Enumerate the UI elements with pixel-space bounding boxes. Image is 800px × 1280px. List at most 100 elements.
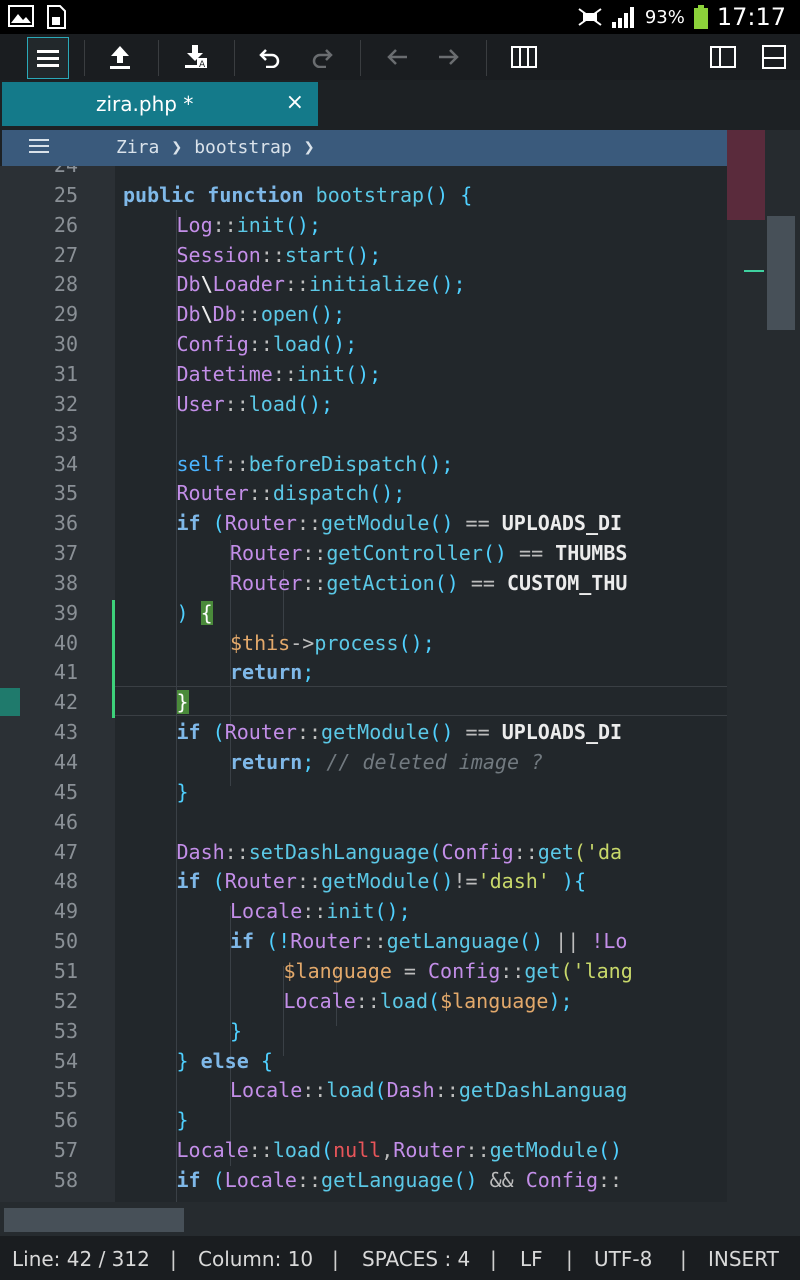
cursor-column-status[interactable]: Column: 10 (198, 1247, 313, 1271)
code-line[interactable]: Datetime::init(); (177, 359, 382, 389)
code-token: getModule (321, 720, 430, 745)
code-token: bootstrap (315, 182, 425, 207)
code-line[interactable]: Locale::load($language); (284, 986, 573, 1016)
minimap[interactable] (727, 130, 800, 1202)
code-line[interactable]: } else { (177, 1046, 273, 1076)
menu-button[interactable] (27, 37, 69, 79)
code-token: \ (200, 302, 213, 327)
back-button[interactable] (378, 37, 418, 77)
vertical-scrollbar-thumb[interactable] (767, 216, 795, 330)
code-line[interactable]: self::beforeDispatch(); (177, 449, 454, 479)
redo-button[interactable] (302, 37, 342, 77)
line-number: 47 (53, 839, 78, 864)
code-editor[interactable]: 2425262728293031323334353637383940414243… (0, 166, 727, 1202)
code-line[interactable]: Db\Db::open(); (177, 299, 346, 329)
code-token: () (429, 869, 454, 894)
code-line[interactable]: ) { (177, 598, 213, 628)
code-line[interactable]: Locale::load(null,Router::getModule() (177, 1135, 623, 1165)
code-token: if (230, 929, 255, 954)
breadcrumb-item-zira[interactable]: Zira (116, 137, 159, 158)
code-token: getAction (326, 570, 435, 595)
split-vertical-button[interactable] (703, 37, 743, 77)
code-line[interactable]: if (Router::getModule() == UPLOADS_DI (177, 508, 623, 538)
code-line[interactable]: } (177, 1105, 189, 1135)
code-token: $language (283, 958, 392, 983)
code-line[interactable]: Log::init(); (177, 210, 322, 240)
code-line[interactable]: return; // deleted image ? (230, 747, 543, 777)
code-token: :: (296, 511, 322, 536)
code-line[interactable]: } (177, 777, 189, 807)
code-token: // deleted image ? (326, 750, 544, 774)
save-as-button[interactable]: A (176, 37, 216, 77)
columns-button[interactable] (504, 37, 544, 77)
code-line[interactable]: if (Router::getModule()!='dash' ){ (177, 866, 586, 896)
line-number: 32 (53, 391, 78, 416)
minimap-viewport[interactable] (727, 130, 765, 220)
code-token: Config (176, 332, 249, 357)
code-token: ( (212, 720, 225, 745)
code-line[interactable]: Router::getAction() == CUSTOM_THU (230, 568, 627, 598)
code-token: Db (176, 302, 201, 327)
code-line[interactable]: Locale::init(); (230, 896, 411, 926)
line-number: 51 (53, 958, 78, 983)
code-token: ( (428, 988, 441, 1013)
code-line[interactable]: } (230, 1016, 242, 1046)
line-ending-status[interactable]: LF (520, 1247, 543, 1271)
symbol-list-button[interactable] (28, 137, 50, 160)
code-line[interactable]: Router::getController() == THUMBS (230, 538, 627, 568)
notification-icons (8, 5, 66, 29)
code-token: == (470, 570, 495, 595)
code-line[interactable]: Locale::load(Dash::getDashLanguag (230, 1075, 627, 1105)
close-icon[interactable]: × (286, 90, 304, 115)
code-line[interactable]: Session::start(); (177, 240, 382, 270)
code-token: () (434, 570, 459, 595)
breadcrumb-item-bootstrap[interactable]: bootstrap (194, 137, 292, 158)
code-line[interactable]: Config::load(); (177, 329, 358, 359)
code-token: ; (302, 750, 315, 774)
code-token: Locale (230, 1078, 303, 1103)
horizontal-scrollbar-thumb[interactable] (4, 1208, 184, 1232)
horizontal-scrollbar[interactable] (0, 1202, 800, 1236)
upload-button[interactable] (100, 37, 140, 77)
split-horizontal-button[interactable] (754, 37, 794, 77)
code-line[interactable]: $this->process(); (230, 628, 435, 658)
code-line[interactable]: User::load(); (177, 389, 334, 419)
code-line[interactable]: if (Locale::getLanguage() && Config:: (177, 1165, 623, 1195)
code-token: } (230, 1018, 243, 1043)
code-token: Router (176, 481, 249, 506)
undo-button[interactable] (250, 37, 290, 77)
indent-status[interactable]: SPACES : 4 (362, 1247, 470, 1271)
status-separator: | (680, 1247, 687, 1271)
code-line[interactable]: public function bootstrap() { (123, 180, 472, 210)
tab-zira-php[interactable]: zira.php * × (2, 82, 318, 126)
code-token: Config (525, 1167, 599, 1192)
code-line[interactable]: Dash::setDashLanguage(Config::get('da (177, 837, 623, 867)
code-token: } (176, 779, 189, 804)
code-token: :: (302, 541, 327, 566)
code-token: ( (429, 839, 442, 864)
encoding-status[interactable]: UTF-8 (594, 1247, 652, 1271)
code-line[interactable]: if (Router::getModule() == UPLOADS_DI (177, 717, 623, 747)
code-token: :: (513, 839, 538, 864)
code-line[interactable]: return; (230, 657, 314, 687)
code-line[interactable]: Router::dispatch(); (177, 478, 406, 508)
input-mode-status[interactable]: INSERT (708, 1247, 779, 1271)
undo-icon (259, 49, 280, 68)
code-token: -> (290, 630, 315, 655)
code-token: ('lang (560, 958, 633, 983)
code-token: ( (321, 1138, 334, 1163)
sd-card-notification-icon (47, 5, 66, 29)
forward-button[interactable] (428, 37, 468, 77)
code-token: == (465, 720, 490, 745)
code-line[interactable]: if (!Router::getLanguage() || !Lo (230, 926, 627, 956)
line-number-gutter[interactable]: 2425262728293031323334353637383940414243… (0, 166, 115, 1202)
code-token: () (453, 1167, 478, 1192)
code-token: (); (374, 899, 411, 924)
cursor-line-status[interactable]: Line: 42 / 312 (12, 1247, 150, 1271)
code-token: && (489, 1167, 514, 1192)
code-token: Router (393, 1138, 466, 1163)
code-line[interactable]: $language = Config::get('lang (284, 956, 633, 986)
code-line[interactable]: Db\Loader::initialize(); (177, 269, 466, 299)
code-line[interactable]: } (176, 687, 189, 717)
code-token: = (403, 958, 416, 983)
